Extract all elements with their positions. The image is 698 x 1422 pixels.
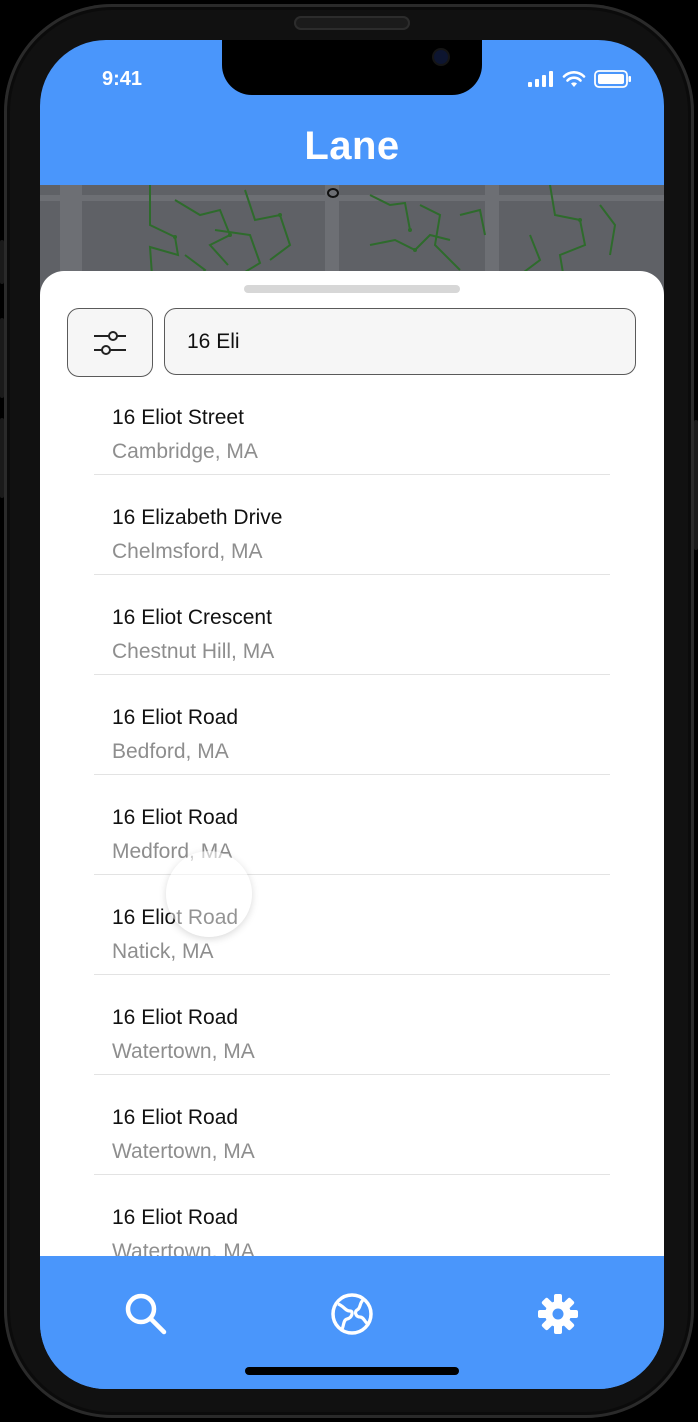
tab-bar — [40, 1256, 664, 1389]
mute-switch — [0, 240, 4, 284]
result-street: 16 Eliot Street — [112, 406, 244, 429]
list-item[interactable]: 16 Eliot Street Cambridge, MA — [94, 375, 610, 475]
tab-search[interactable] — [118, 1286, 174, 1342]
notch — [222, 40, 482, 95]
search-icon — [125, 1293, 167, 1335]
volume-up-button — [0, 318, 4, 398]
result-street: 16 Eliot Road — [112, 1006, 239, 1029]
list-item[interactable]: 16 Eliot Road Bedford, MA — [94, 675, 610, 775]
list-item[interactable]: 16 Eliot Road Watertown, MA — [94, 1075, 610, 1175]
touch-indicator — [166, 851, 252, 937]
power-button — [694, 420, 698, 550]
result-city: Natick, MA — [112, 940, 214, 963]
result-street: 16 Eliot Road — [112, 806, 239, 829]
status-icons — [528, 70, 632, 88]
status-time: 9:41 — [102, 68, 143, 90]
tab-explore[interactable] — [324, 1286, 380, 1342]
tab-settings[interactable] — [530, 1286, 586, 1342]
gear-icon — [538, 1294, 578, 1334]
sheet-handle[interactable] — [244, 285, 460, 293]
result-street: 16 Eliot Road — [112, 706, 239, 729]
filter-button[interactable] — [67, 308, 153, 377]
result-city: Watertown, MA — [112, 1040, 255, 1063]
search-sheet: 16 Eliot Street Cambridge, MA 16 Elizabe… — [40, 271, 664, 1271]
result-city: Bedford, MA — [112, 740, 229, 763]
home-indicator — [245, 1367, 459, 1375]
screen: 9:41 Lane 16 Eli 16 Eliot Street Cambrid… — [40, 40, 664, 1389]
list-item[interactable]: 16 Elizabeth Drive Chelmsford, MA — [94, 475, 610, 575]
result-city: Chelmsford, MA — [112, 540, 263, 563]
phone-frame: 9:41 Lane 16 Eli 16 Eliot Street Cambrid… — [4, 4, 694, 1418]
globe-icon — [331, 1293, 373, 1335]
search-input[interactable] — [164, 308, 636, 375]
result-street: 16 Eliot Road — [112, 1206, 239, 1229]
list-item[interactable]: 16 Eliot Road Medford, MA — [94, 775, 610, 875]
sliders-icon — [94, 330, 126, 355]
list-item[interactable]: 16 Eliot Crescent Chestnut Hill, MA — [94, 575, 610, 675]
results-list: 16 Eliot Street Cambridge, MA 16 Elizabe… — [94, 375, 610, 1271]
result-city: Watertown, MA — [112, 1140, 255, 1163]
result-street: 16 Elizabeth Drive — [112, 506, 283, 529]
battery-icon — [594, 70, 631, 88]
wifi-icon — [562, 70, 586, 87]
list-item[interactable]: 16 Eliot Road Watertown, MA — [94, 975, 610, 1075]
result-city: Cambridge, MA — [112, 440, 258, 463]
signal-icon — [528, 71, 553, 87]
app-title: Lane — [304, 124, 400, 168]
result-street: 16 Eliot Crescent — [112, 606, 272, 629]
speaker-grille — [294, 16, 410, 30]
result-city: Chestnut Hill, MA — [112, 640, 275, 663]
volume-down-button — [0, 418, 4, 498]
camera-icon — [434, 50, 448, 64]
result-street: 16 Eliot Road — [112, 1106, 239, 1129]
